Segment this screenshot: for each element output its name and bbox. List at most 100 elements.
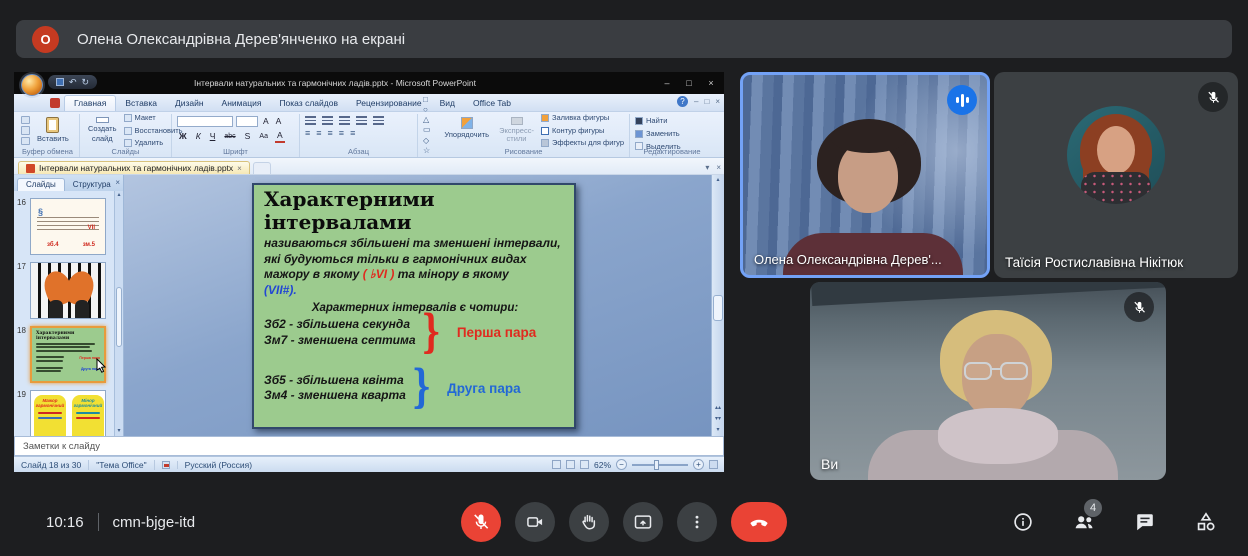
quick-access-toolbar[interactable]: ↶ ↻ [48,75,97,89]
end-call-button[interactable] [731,502,787,542]
tab-list-icon[interactable]: ▾ [705,163,709,172]
tab-pokaz-slaydov[interactable]: Показ слайдов [270,96,347,111]
notes-pane[interactable]: Заметки к слайду [14,436,724,456]
tab-animaciya[interactable]: Анимация [213,96,271,111]
camera-toggle-button[interactable] [515,502,555,542]
new-slide-button[interactable]: Создать слайд [85,116,120,145]
chat-button[interactable] [1133,510,1157,534]
slide-thumbnail-17[interactable]: 17 [30,262,113,319]
bold-button[interactable]: Ж [177,131,189,142]
slide-thumbnail-18-selected[interactable]: 18 Характерними інтервалами Перша пара [30,326,113,383]
present-screen-button[interactable] [623,502,663,542]
document-tab-close-icon[interactable]: × [237,164,242,173]
paste-button[interactable]: Вставить [34,116,72,145]
redo-icon[interactable]: ↻ [82,78,90,86]
panel-tab-outline[interactable]: Структура [65,179,119,191]
tab-recenzirovanie[interactable]: Рецензирование [347,96,431,111]
font-size-box[interactable] [236,116,258,127]
window-controls[interactable]: – □ × [656,73,722,93]
replace-button[interactable]: Заменить [635,129,709,139]
shape-outline-button[interactable]: Контур фигуры [541,126,624,136]
next-slide-icon[interactable]: ▾▾ [712,414,724,425]
quick-styles-button[interactable]: Экспресс-стили [496,116,537,145]
change-case-button[interactable]: Аа [257,131,270,142]
align-center-icon[interactable]: ≡ [316,129,321,138]
panel-close-icon[interactable]: × [115,178,120,187]
minimize-button[interactable]: – [656,73,678,93]
tab-office-tab[interactable]: Office Tab [464,96,520,111]
panel-scrollbar[interactable]: ▴ ▾ [114,191,123,436]
meeting-details-button[interactable] [1011,510,1035,534]
participants-button[interactable]: 4 [1072,510,1096,534]
fit-to-window-icon[interactable] [709,460,718,469]
line-spacing-icon[interactable] [373,116,384,125]
previous-slide-icon[interactable]: ▴▴ [712,403,724,414]
ribbon-restore-icon[interactable]: □ [704,97,709,106]
normal-view-icon[interactable] [552,460,561,469]
scroll-down-icon[interactable]: ▾ [712,425,724,436]
ribbon-minimize-icon[interactable]: – [694,97,698,106]
indent-decrease-icon[interactable] [339,116,350,125]
ribbon-close-icon[interactable]: × [715,97,720,106]
align-right-icon[interactable]: ≡ [328,129,333,138]
tab-vstavka[interactable]: Вставка [116,96,166,111]
cut-icon[interactable] [21,116,30,124]
shapes-gallery-row1[interactable]: □ ○ △ ▭ [423,95,437,135]
close-button[interactable]: × [700,73,722,93]
tab-dizayn[interactable]: Дизайн [166,96,213,111]
zoom-in-icon[interactable]: + [693,459,704,470]
scroll-up-icon[interactable]: ▴ [115,191,123,200]
shrink-font-icon[interactable]: А [274,116,284,127]
align-left-icon[interactable]: ≡ [305,129,310,138]
panel-tab-slides[interactable]: Слайды [17,178,65,191]
undo-icon[interactable]: ↶ [69,78,77,86]
spellcheck-segment[interactable] [155,461,178,469]
save-icon[interactable] [56,78,64,86]
canvas-scrollbar-thumb[interactable] [713,295,723,321]
underline-button[interactable]: Ч [208,131,218,142]
numbering-icon[interactable] [322,116,333,125]
zoom-slider-thumb[interactable] [654,460,659,470]
new-document-tab-stub[interactable] [253,162,271,174]
shape-fill-button[interactable]: Заливка фигуры [541,113,624,123]
paste-icon [46,117,59,133]
video-tile-self[interactable]: Ви [810,282,1166,480]
bullets-icon[interactable] [305,116,316,125]
raise-hand-button[interactable] [569,502,609,542]
arrange-button[interactable]: Упорядочить [441,116,492,145]
more-options-button[interactable] [677,502,717,542]
video-tile-taisiia[interactable]: Таїсія Ростиславівна Нікітюк [994,72,1238,278]
justify-icon[interactable]: ≡ [339,129,344,138]
help-icon[interactable]: ? [677,96,688,107]
maximize-button[interactable]: □ [678,73,700,93]
text-shadow-button[interactable]: S [243,131,253,142]
indent-increase-icon[interactable] [356,116,367,125]
find-button[interactable]: Найти [635,116,709,126]
tab-glavnaya[interactable]: Главная [64,95,116,111]
slide-sorter-icon[interactable] [566,460,575,469]
copy-icon[interactable] [21,126,30,134]
video-tile-olena[interactable]: Олена Олександрівна Дерев'... [740,72,990,278]
italic-button[interactable]: К [194,131,203,142]
activities-button[interactable] [1194,510,1218,534]
font-name-box[interactable] [177,116,233,127]
mic-toggle-button[interactable] [461,502,501,542]
font-color-button[interactable]: А [275,130,285,143]
zoom-slider[interactable] [632,464,688,466]
zoom-out-icon[interactable]: − [616,459,627,470]
scroll-up-icon[interactable]: ▴ [712,175,724,186]
columns-icon[interactable]: ≡ [350,129,355,138]
slideshow-icon[interactable] [580,460,589,469]
shared-screen[interactable]: ↶ ↻ Інтервали натуральних та гармонічних… [14,72,724,472]
grow-font-icon[interactable]: А [261,116,271,127]
document-tab[interactable]: Інтервали натуральних та гармонічних лад… [18,161,250,174]
canvas-scrollbar[interactable]: ▴ ▴▴ ▾▾ ▾ [711,175,724,436]
office-button-icon[interactable] [21,74,43,96]
format-painter-icon[interactable] [21,137,30,145]
doc-close-icon[interactable]: × [716,163,721,172]
scroll-down-icon[interactable]: ▾ [115,427,123,436]
slide-thumbnail-16[interactable]: 16 § VII зб.4 зм.5 [30,198,113,255]
slide-canvas[interactable]: Характерними інтервалами називаються збі… [124,175,724,436]
panel-scrollbar-thumb[interactable] [116,287,122,347]
strikethrough-button[interactable]: abc [222,131,237,142]
